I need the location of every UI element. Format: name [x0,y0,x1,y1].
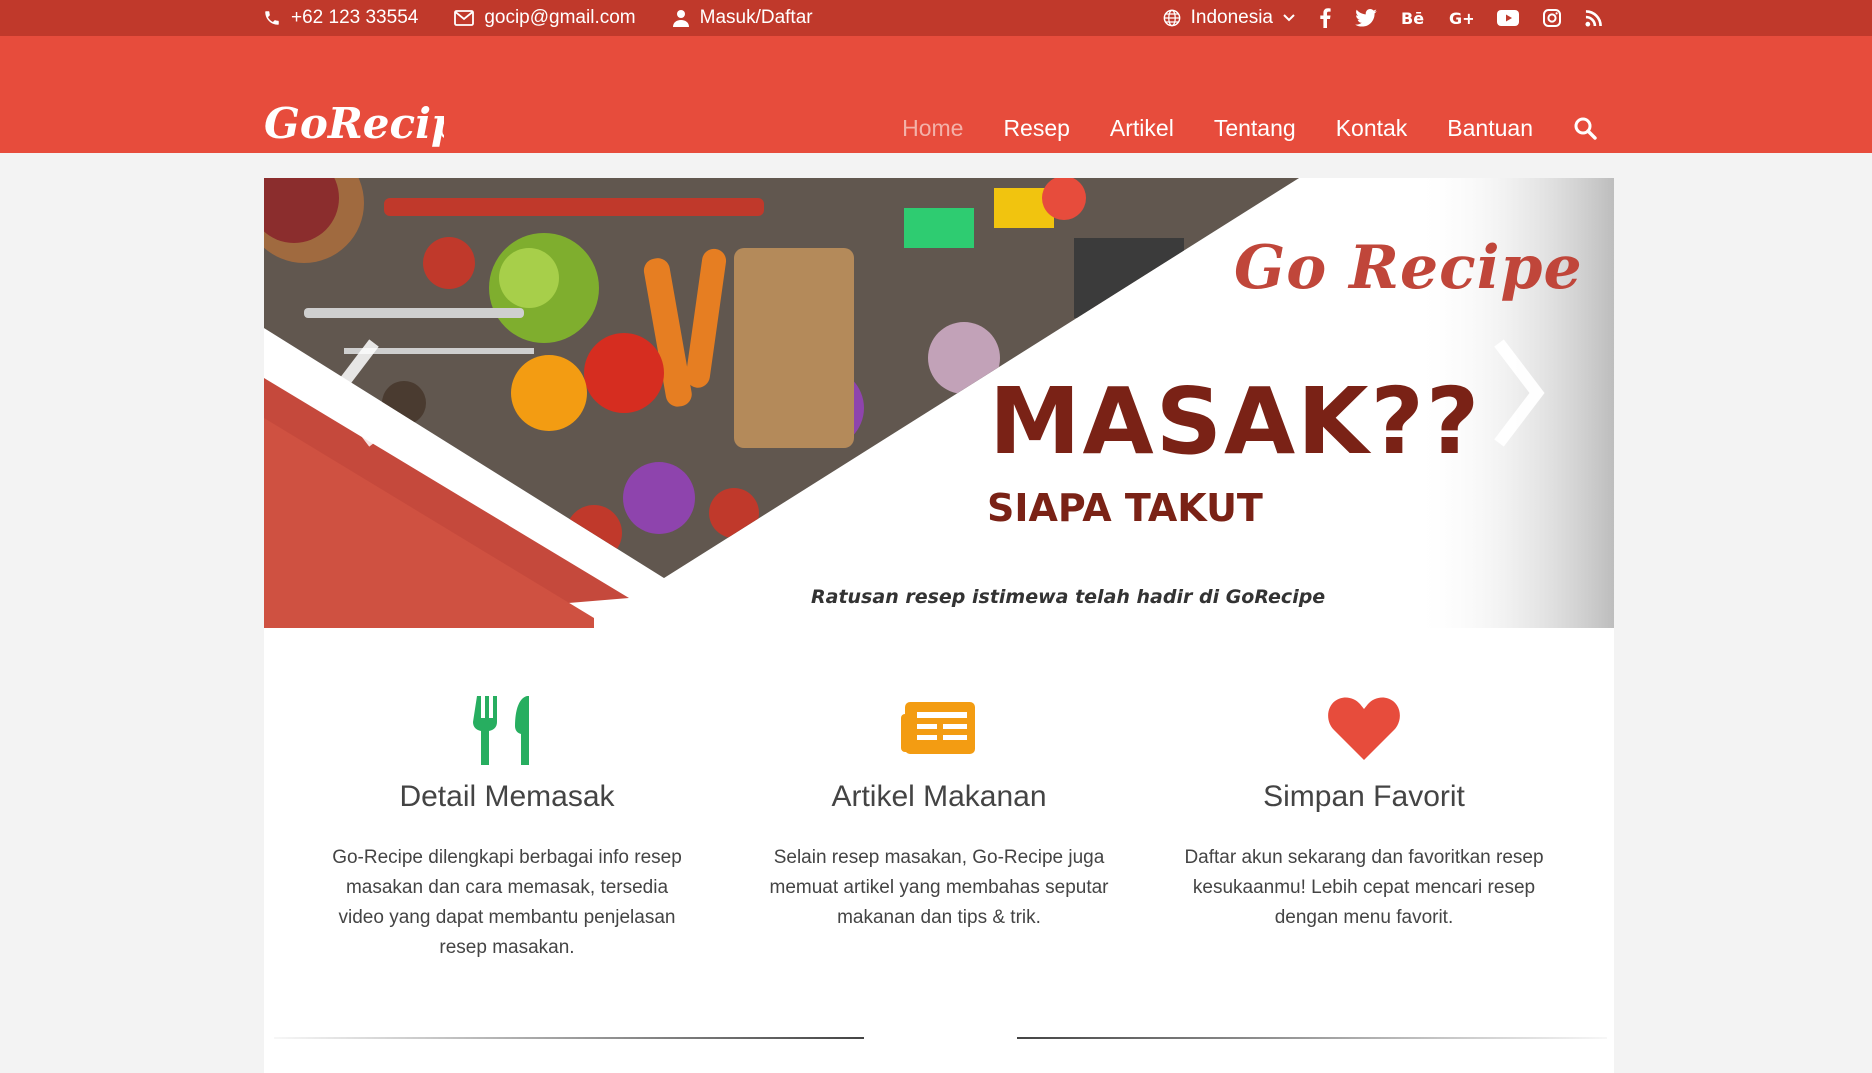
svg-text:Bē: Bē [1401,9,1424,27]
email-contact[interactable]: gocip@gmail.com [454,7,636,29]
newspaper-icon [901,702,975,754]
slider-next-arrow[interactable] [1489,333,1549,453]
nav-tentang[interactable]: Tentang [1214,115,1296,142]
phone-number: +62 123 33554 [291,7,419,28]
nav-bantuan[interactable]: Bantuan [1447,115,1533,142]
nav-resep[interactable]: Resep [1003,115,1069,142]
language-select[interactable]: Indonesia [1163,7,1295,29]
hero-slider: Go Recipe MASAK?? SIAPA TAKUT Ratusan re… [264,178,1614,628]
phone-contact[interactable]: +62 123 33554 [263,7,418,29]
search-icon[interactable] [1573,116,1597,140]
chevron-down-icon [1283,14,1295,22]
feature-title: Simpan Favorit [1263,780,1465,813]
gorecipe-logo[interactable]: GoRecipe [264,94,444,158]
google-plus-icon[interactable]: G+ [1449,9,1473,27]
globe-icon [1163,9,1180,27]
login-link[interactable]: Masuk/Daftar [672,7,813,29]
main-navbar: GoRecipe Home Resep Artikel Tentang Kont… [0,36,1872,153]
slide-headline: MASAK?? [989,368,1482,475]
twitter-icon[interactable] [1355,9,1377,27]
feature-description: Daftar akun sekarang dan favoritkan rese… [1184,847,1544,928]
slider-prev-arrow[interactable] [324,333,384,453]
nav-artikel[interactable]: Artikel [1110,115,1174,142]
logo-text: GoRecipe [264,99,444,148]
main-content: Go Recipe MASAK?? SIAPA TAKUT Ratusan re… [264,178,1614,1073]
feature-title: Detail Memasak [399,780,615,813]
instagram-icon[interactable] [1543,9,1561,27]
rss-icon[interactable] [1585,9,1602,27]
slide-subheadline: SIAPA TAKUT [987,486,1263,530]
features-section: Detail Memasak Go-Recipe dilengkapi berb… [264,628,1614,1073]
feature-description: Selain resep masakan, Go-Recipe juga mem… [769,847,1109,928]
top-bar: +62 123 33554 gocip@gmail.com Masuk/Daft… [0,0,1872,36]
feature-description: Go-Recipe dilengkapi berbagai info resep… [332,847,682,958]
user-icon [672,10,689,27]
divider-left-line [274,1037,864,1039]
primary-nav: Home Resep Artikel Tentang Kontak Bantua… [902,96,1597,160]
youtube-icon[interactable] [1497,10,1519,26]
nav-home[interactable]: Home [902,115,963,142]
nav-kontak[interactable]: Kontak [1336,115,1408,142]
heart-icon [1328,697,1400,760]
section-divider [264,1033,1614,1043]
phone-icon [265,11,279,25]
feature-title: Artikel Makanan [831,780,1047,813]
email-address: gocip@gmail.com [484,7,636,28]
login-label: Masuk/Daftar [699,7,813,28]
svg-text:G+: G+ [1449,9,1473,27]
envelope-icon [454,10,475,26]
slide-brand-text: Go Recipe [1234,233,1583,303]
slide-caption: Ratusan resep istimewa telah hadir di Go… [811,586,1326,608]
divider-right-line [1017,1037,1607,1039]
facebook-icon[interactable] [1319,8,1331,28]
language-label: Indonesia [1190,7,1273,28]
cutlery-icon [473,696,529,765]
behance-icon[interactable]: Bē [1401,9,1425,27]
